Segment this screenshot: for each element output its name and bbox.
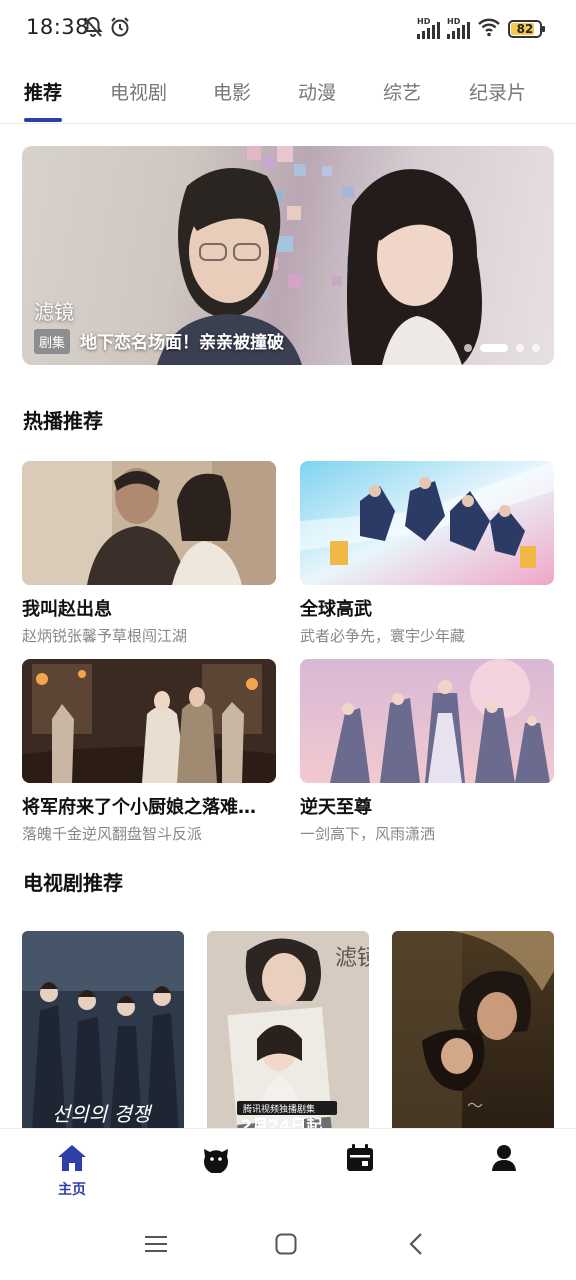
- tab-indicator: [24, 118, 62, 122]
- banner-title: 滤镜: [34, 300, 74, 324]
- section-title-hot: 热播推荐: [23, 409, 103, 433]
- calendar-icon: [345, 1143, 375, 1177]
- bell-muted-icon: [83, 16, 103, 42]
- category-tabs: 推荐 电视剧 电影 动漫 综艺 纪录片: [0, 58, 576, 124]
- tab-recommend[interactable]: 推荐: [24, 78, 62, 105]
- media-thumbnail: [300, 659, 554, 783]
- signal-icon: HD: [417, 17, 440, 39]
- status-bar: 18:38 HD HD 82: [0, 0, 576, 58]
- media-description: 武者必争先，寰宇少年藏: [300, 627, 466, 645]
- nav-anime[interactable]: [186, 1143, 246, 1177]
- banner-tag: 剧集: [34, 329, 71, 354]
- signal-hd-label: HD: [417, 17, 431, 26]
- status-time: 18:38: [26, 15, 90, 39]
- hero-banner[interactable]: 滤镜 剧集 地下恋名场面！亲亲被撞破: [22, 146, 554, 365]
- media-card[interactable]: 全球高武 武者必争先，寰宇少年藏: [300, 461, 554, 646]
- media-card[interactable]: 我叫赵出息 赵炳锐张馨予草根闯江湖: [22, 461, 276, 646]
- media-title: 全球高武: [300, 599, 372, 620]
- carousel-dot[interactable]: [464, 344, 472, 352]
- user-icon: [489, 1143, 519, 1177]
- poster-text: 腾讯视频独播剧集: [243, 1103, 315, 1115]
- signal-hd-label-2: HD: [447, 17, 461, 26]
- media-card[interactable]: 逆天至尊 一剑高下，风雨潇洒: [300, 659, 554, 844]
- mascot-icon: [201, 1143, 231, 1177]
- carousel-dot[interactable]: [516, 344, 524, 352]
- tab-tv-series[interactable]: 电视剧: [110, 78, 167, 105]
- media-thumbnail: [22, 461, 276, 585]
- tab-documentary[interactable]: 纪录片: [469, 78, 526, 105]
- media-title: 逆天至尊: [300, 797, 372, 818]
- alarm-icon: [109, 16, 131, 42]
- nav-profile[interactable]: [474, 1143, 534, 1177]
- carousel-dots[interactable]: [464, 344, 540, 352]
- wifi-icon: [477, 17, 501, 41]
- tab-variety[interactable]: 综艺: [383, 78, 421, 105]
- media-thumbnail: [22, 659, 276, 783]
- nav-home-label: 主页: [58, 1182, 86, 1198]
- tv-poster[interactable]: 선의의 경쟁: [22, 931, 184, 1131]
- system-navigation: [0, 1218, 576, 1280]
- battery-level: 82: [516, 22, 534, 36]
- carousel-dot[interactable]: [532, 344, 540, 352]
- bottom-navigation: 主页: [0, 1128, 576, 1218]
- home-square-icon[interactable]: [275, 1233, 297, 1259]
- nav-home[interactable]: 主页: [42, 1143, 102, 1199]
- tv-poster[interactable]: 滤镜 腾讯视频独播剧集 2月24日起: [207, 931, 369, 1131]
- back-icon[interactable]: [408, 1232, 424, 1260]
- tab-anime[interactable]: 动漫: [298, 78, 336, 105]
- poster-text: 선의의 경쟁: [52, 1102, 153, 1126]
- carousel-dot-active[interactable]: [480, 344, 508, 352]
- home-icon: [56, 1143, 88, 1177]
- media-thumbnail: [300, 461, 554, 585]
- media-description: 一剑高下，风雨潇洒: [300, 825, 436, 843]
- tab-movies[interactable]: 电影: [213, 78, 251, 105]
- tv-poster[interactable]: ～: [392, 931, 554, 1131]
- media-title: 我叫赵出息: [22, 599, 112, 620]
- media-title: 将军府来了个小厨娘之落难…: [22, 797, 256, 818]
- poster-text: 滤镜: [335, 946, 369, 971]
- svg-text:～: ～: [467, 1096, 483, 1115]
- media-description: 赵炳锐张馨予草根闯江湖: [22, 627, 188, 645]
- media-description: 落魄千金逆风翻盘智斗反派: [22, 825, 203, 843]
- menu-icon[interactable]: [145, 1234, 167, 1258]
- section-title-tv: 电视剧推荐: [23, 871, 123, 895]
- media-card[interactable]: 将军府来了个小厨娘之落难… 落魄千金逆风翻盘智斗反派: [22, 659, 276, 844]
- battery-icon: 82: [508, 20, 545, 38]
- nav-schedule[interactable]: [330, 1143, 390, 1177]
- banner-subtitle: 地下恋名场面！亲亲被撞破: [80, 333, 284, 353]
- signal-icon-2: HD: [447, 17, 470, 39]
